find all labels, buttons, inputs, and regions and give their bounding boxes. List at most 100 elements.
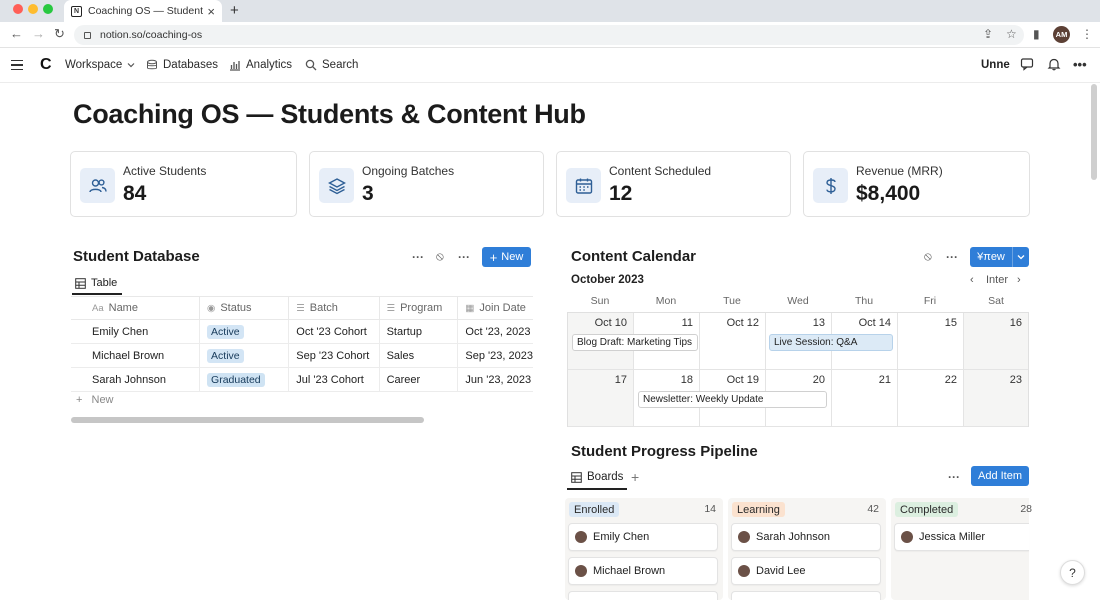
reload-icon[interactable]: ↻ bbox=[54, 26, 65, 42]
cell-batch[interactable]: Oct '23 Cohort bbox=[288, 319, 380, 344]
cell-status[interactable]: Graduated bbox=[199, 367, 290, 392]
board-card[interactable] bbox=[731, 591, 881, 600]
stat-label: Active Students bbox=[123, 164, 207, 178]
more-options-icon[interactable]: ··· bbox=[948, 470, 960, 484]
database-icon bbox=[147, 59, 157, 70]
column-header-name[interactable]: Aa Name bbox=[71, 296, 201, 320]
more-options-icon[interactable]: ··· bbox=[412, 250, 424, 264]
calendar-event-live-session[interactable]: Live Session: Q&A bbox=[769, 334, 893, 351]
cell-program[interactable]: Startup bbox=[379, 319, 459, 344]
analytics-label: Analytics bbox=[246, 59, 293, 71]
tab-table-view[interactable]: Table bbox=[72, 273, 122, 295]
tab-boards-view[interactable]: Boards bbox=[567, 466, 627, 490]
cell-join-date[interactable]: Oct '23, 2023 bbox=[457, 319, 533, 344]
board-card[interactable]: Emily Chen bbox=[568, 523, 718, 551]
add-view-icon[interactable]: + bbox=[631, 469, 639, 485]
forward-icon[interactable]: → bbox=[32, 26, 45, 41]
calendar-day-cell[interactable]: 16 bbox=[964, 313, 1028, 370]
calendar-day-cell[interactable]: Oct 12 bbox=[700, 313, 766, 370]
select-type-icon: ☰ bbox=[386, 303, 396, 314]
more-options-icon[interactable]: ··· bbox=[946, 250, 958, 264]
column-count: 14 bbox=[704, 503, 716, 515]
cell-join-date[interactable]: Jun '23, 2023 bbox=[457, 367, 533, 392]
board-card[interactable]: Jessica Miller bbox=[894, 523, 1029, 551]
calendar-today-button[interactable]: Inter bbox=[986, 274, 1008, 286]
workspace-menu[interactable]: Workspace bbox=[65, 59, 135, 71]
column-tag: Completed bbox=[895, 502, 959, 517]
profile-avatar[interactable]: AM bbox=[1053, 26, 1070, 43]
cell-batch[interactable]: Sep '23 Cohort bbox=[288, 343, 380, 368]
back-icon[interactable]: ← bbox=[10, 26, 23, 41]
browser-tab[interactable]: N Coaching OS — Students & × bbox=[64, 0, 222, 22]
cell-program[interactable]: Career bbox=[379, 367, 459, 392]
board-card[interactable]: Michael Brown bbox=[568, 557, 718, 585]
close-window-button[interactable] bbox=[13, 4, 23, 14]
help-button[interactable]: ? bbox=[1060, 560, 1085, 585]
calendar-day-cell[interactable]: 23 bbox=[964, 370, 1028, 427]
tab-title: Coaching OS — Students & bbox=[88, 5, 203, 17]
plus-icon: + bbox=[76, 394, 83, 406]
databases-menu[interactable]: Databases bbox=[146, 59, 218, 71]
comments-icon[interactable] bbox=[1020, 57, 1034, 74]
chevron-right-icon[interactable]: › bbox=[1017, 274, 1021, 286]
vertical-scrollbar[interactable] bbox=[1091, 84, 1097, 180]
brand-logo[interactable]: C bbox=[40, 56, 52, 74]
board-card[interactable] bbox=[568, 591, 718, 600]
column-header-batch[interactable]: ☰ Batch bbox=[288, 296, 380, 320]
hamburger-menu-icon[interactable] bbox=[11, 60, 23, 70]
search-menu[interactable]: Search bbox=[305, 59, 358, 71]
calendar-day-cell[interactable]: 17 bbox=[568, 370, 634, 427]
cell-name[interactable]: Emily Chen bbox=[71, 319, 201, 344]
chevron-left-icon[interactable]: ‹ bbox=[970, 274, 974, 286]
add-row-button[interactable]: + New bbox=[76, 394, 114, 406]
new-event-dropdown[interactable] bbox=[1012, 247, 1029, 267]
column-header-status[interactable]: ◉ Status bbox=[199, 296, 290, 320]
new-student-button[interactable]: + New bbox=[482, 247, 531, 267]
add-item-button[interactable]: Add Item bbox=[971, 466, 1029, 486]
hide-icon[interactable]: ⦸ bbox=[436, 249, 444, 264]
calendar-day-cell[interactable]: 15 bbox=[898, 313, 964, 370]
board-card[interactable]: Sarah Johnson bbox=[731, 523, 881, 551]
table-row[interactable]: Sarah Johnson Graduated Jul '23 Cohort C… bbox=[71, 367, 533, 392]
url-field[interactable]: notion.so/coaching-os bbox=[74, 25, 1024, 45]
calendar-day-cell[interactable]: 21 bbox=[832, 370, 898, 427]
tab-close-icon[interactable]: × bbox=[207, 4, 215, 19]
calendar-day-cell[interactable]: 22 bbox=[898, 370, 964, 427]
content-calendar-title: Content Calendar bbox=[571, 248, 697, 265]
minimize-window-button[interactable] bbox=[28, 4, 38, 14]
new-tab-icon[interactable]: + bbox=[230, 2, 239, 19]
share-icon[interactable]: ⇪ bbox=[983, 27, 993, 41]
more-options-icon[interactable]: ••• bbox=[1073, 57, 1087, 72]
more-options-icon[interactable]: ··· bbox=[458, 250, 470, 264]
weekday-header: Sat bbox=[988, 295, 1004, 307]
calendar-grid: Oct 10 11 Oct 12 13 Oct 14 15 16 17 18 O… bbox=[567, 312, 1029, 427]
horizontal-scrollbar[interactable] bbox=[71, 417, 424, 423]
calendar-event-blog-draft[interactable]: Blog Draft: Marketing Tips bbox=[572, 334, 698, 351]
column-header-program[interactable]: ☰ Program bbox=[379, 296, 459, 320]
notifications-bell-icon[interactable] bbox=[1047, 57, 1061, 74]
maximize-window-button[interactable] bbox=[43, 4, 53, 14]
cell-status[interactable]: Active bbox=[199, 319, 290, 344]
table-row[interactable]: Michael Brown Active Sep '23 Cohort Sale… bbox=[71, 343, 533, 368]
cell-join-date[interactable]: Sep '23, 2023 bbox=[457, 343, 533, 368]
status-badge: Graduated bbox=[207, 372, 265, 387]
board-card[interactable]: David Lee bbox=[731, 557, 881, 585]
hide-icon[interactable]: ⦸ bbox=[924, 249, 932, 264]
analytics-menu[interactable]: Analytics bbox=[229, 59, 292, 71]
column-header-join-date[interactable]: ▦ Join Date bbox=[457, 296, 533, 320]
browser-menu-icon[interactable]: ⋮ bbox=[1081, 27, 1093, 41]
table-row[interactable]: Emily Chen Active Oct '23 Cohort Startup… bbox=[71, 319, 533, 344]
avatar bbox=[738, 565, 750, 577]
bookmark-star-icon[interactable]: ☆ bbox=[1006, 27, 1017, 41]
cell-program[interactable]: Sales bbox=[379, 343, 459, 368]
cell-batch[interactable]: Jul '23 Cohort bbox=[288, 367, 380, 392]
calendar-event-newsletter[interactable]: Newsletter: Weekly Update bbox=[638, 391, 827, 408]
user-name[interactable]: Unne bbox=[981, 59, 1010, 71]
sidebar-toggle-icon[interactable]: ▮ bbox=[1033, 27, 1040, 41]
cell-name[interactable]: Sarah Johnson bbox=[71, 367, 201, 392]
users-icon bbox=[80, 168, 115, 203]
cell-status[interactable]: Active bbox=[199, 343, 290, 368]
new-event-button[interactable]: ¥πew bbox=[970, 247, 1012, 267]
day-number: 18 bbox=[680, 374, 693, 386]
cell-name[interactable]: Michael Brown bbox=[71, 343, 201, 368]
